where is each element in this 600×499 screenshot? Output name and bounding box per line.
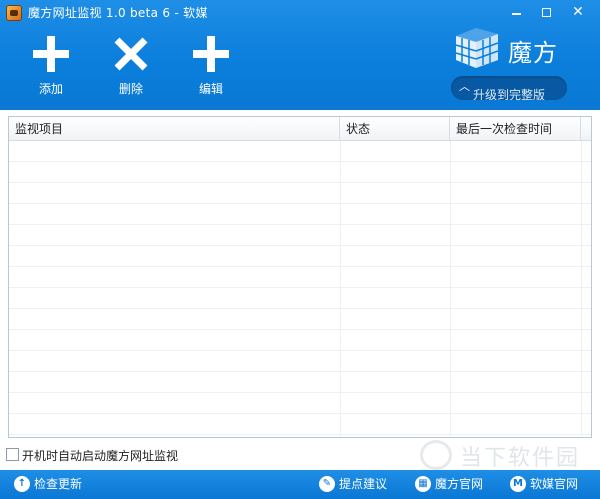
maximize-button[interactable] <box>534 2 558 22</box>
ruanmei-site-label: 软媒官网 <box>530 477 579 491</box>
maximize-icon <box>541 8 551 17</box>
table-row <box>9 246 591 267</box>
upgrade-label: 升级到完整版 <box>473 88 546 100</box>
plus-icon <box>33 36 69 72</box>
table-row <box>9 330 591 351</box>
watermark-logo-icon <box>420 440 452 470</box>
column-divider <box>340 141 341 437</box>
column-divider <box>581 141 582 437</box>
official-site-label: 魔方官网 <box>435 477 484 491</box>
app-icon <box>6 5 22 21</box>
column-header-last-check[interactable]: 最后一次检查时间 <box>450 117 581 141</box>
close-button[interactable]: ✕ <box>566 2 590 22</box>
table-row <box>9 309 591 330</box>
ruanmei-logo-icon: M <box>510 476 526 492</box>
brand-logo: 魔方 <box>452 26 572 70</box>
table-row <box>9 414 591 435</box>
edit-button-label: 编辑 <box>198 82 223 96</box>
table-row <box>9 183 591 204</box>
minimize-icon <box>511 12 521 15</box>
column-header-item[interactable]: 监视项目 <box>9 117 340 141</box>
brand-name: 魔方 <box>508 39 558 67</box>
pencil-icon: ✎ <box>319 476 335 492</box>
add-button[interactable]: 添加 <box>23 36 79 98</box>
autostart-checkbox[interactable] <box>6 448 19 461</box>
arrow-up-icon: ↑ <box>14 476 30 492</box>
window-title: 魔方网址监视 1.0 beta 6 - 软媒 <box>28 6 208 20</box>
upgrade-button[interactable]: ︿ 升级到完整版 <box>451 76 567 100</box>
column-divider <box>450 141 451 437</box>
table-row <box>9 372 591 393</box>
suggest-label: 提点建议 <box>339 477 388 491</box>
grid-icon: ▦ <box>415 476 431 492</box>
watermark: 当下软件园 <box>420 438 600 472</box>
table-header: 监视项目 状态 最后一次检查时间 <box>9 117 591 141</box>
table-body <box>9 141 591 437</box>
column-header-status[interactable]: 状态 <box>340 117 450 141</box>
table-row <box>9 225 591 246</box>
close-x-icon <box>114 37 148 71</box>
edit-button[interactable]: 编辑 <box>183 36 239 98</box>
table-row <box>9 351 591 372</box>
monitor-table[interactable]: 监视项目 状态 最后一次检查时间 <box>8 116 592 438</box>
chevron-up-icon: ︿ <box>459 80 470 93</box>
plus-icon <box>193 36 229 72</box>
cube-logo-icon <box>455 28 499 68</box>
check-update-label: 检查更新 <box>34 477 83 491</box>
status-bar: ↑ 检查更新 ✎ 提点建议 ▦ 魔方官网 M 软媒官网 <box>0 470 600 499</box>
table-row <box>9 288 591 309</box>
watermark-text: 当下软件园 <box>460 446 581 471</box>
table-row <box>9 162 591 183</box>
delete-button-label: 删除 <box>118 82 143 96</box>
minimize-button[interactable] <box>504 2 528 22</box>
title-bar: 魔方网址监视 1.0 beta 6 - 软媒 ✕ 添加 删除 编辑 魔方 ︿ 升… <box>0 0 600 110</box>
table-row <box>9 141 591 162</box>
table-row <box>9 267 591 288</box>
add-button-label: 添加 <box>38 82 63 96</box>
delete-button[interactable]: 删除 <box>103 36 159 98</box>
table-row <box>9 204 591 225</box>
autostart-label: 开机时自动启动魔方网址监视 <box>22 449 179 463</box>
table-row <box>9 393 591 414</box>
